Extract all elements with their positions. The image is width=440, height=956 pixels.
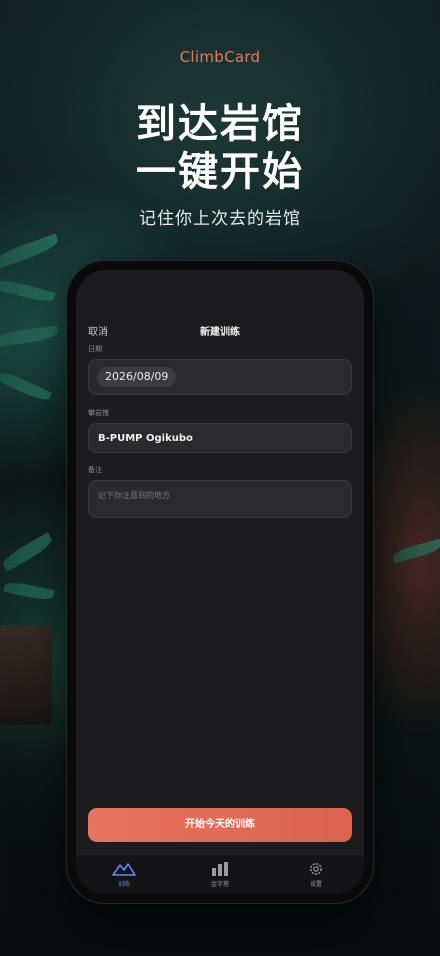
phone-frame: 取消 新建训练 日期 2026/08/09 攀岩馆 B-PUMP Ogikubo…	[67, 261, 373, 903]
tab-training-label: 训练	[117, 881, 130, 888]
gym-field[interactable]: B-PUMP Ogikubo	[88, 423, 352, 453]
tab-pyramid-label: 金字塔	[210, 881, 229, 888]
gear-icon	[310, 863, 322, 875]
headline-line-2: 一键开始	[136, 149, 304, 195]
headline: 到达岩馆 一键开始	[0, 100, 440, 196]
tab-settings-label: 设置	[309, 881, 322, 888]
mountain-icon	[112, 863, 136, 876]
date-field[interactable]: 2026/08/09	[88, 359, 352, 395]
bar-chart-icon	[212, 862, 228, 876]
tab-pyramid[interactable]: 金字塔	[190, 861, 250, 888]
date-picker-value[interactable]: 2026/08/09	[97, 367, 177, 387]
tab-training[interactable]: 训练	[94, 861, 154, 888]
note-placeholder: 记下你注意到的地方	[98, 491, 170, 500]
gym-input-value: B-PUMP Ogikubo	[98, 433, 193, 444]
page-title: 新建训练	[200, 327, 240, 338]
headline-line-1: 到达岩馆	[136, 101, 304, 147]
gym-label: 攀岩馆	[88, 409, 109, 417]
navigation-bar: 取消 新建训练	[76, 320, 364, 340]
start-training-button[interactable]: 开始今天的训练	[88, 808, 352, 842]
app-screen: 取消 新建训练 日期 2026/08/09 攀岩馆 B-PUMP Ogikubo…	[76, 270, 364, 894]
subheadline: 记住你上次去的岩馆	[139, 209, 301, 229]
note-label: 备注	[88, 466, 102, 474]
tab-settings[interactable]: 设置	[286, 861, 346, 888]
tab-bar: 训练 金字塔 设置	[76, 854, 364, 894]
date-label: 日期	[88, 345, 102, 353]
note-field[interactable]: 记下你注意到的地方	[88, 480, 352, 518]
brand-name: ClimbCard	[179, 48, 261, 66]
